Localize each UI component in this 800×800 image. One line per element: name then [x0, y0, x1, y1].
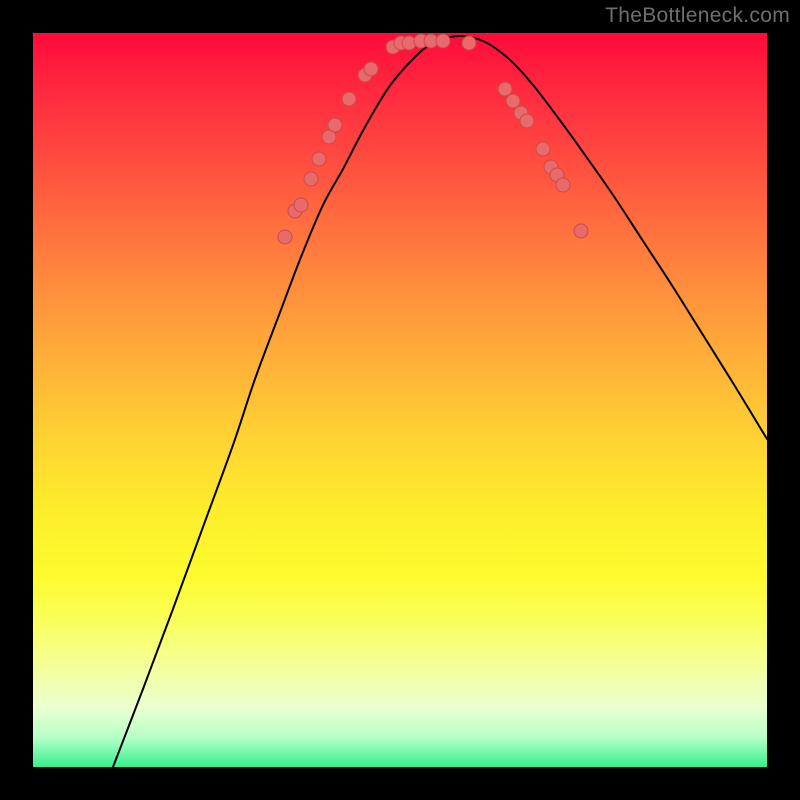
data-marker [278, 230, 292, 244]
chart-svg [33, 33, 767, 767]
data-marker [436, 34, 450, 48]
bottleneck-curve [113, 36, 767, 767]
data-marker [304, 172, 318, 186]
data-marker [462, 36, 476, 50]
data-marker [328, 118, 342, 132]
data-marker [364, 62, 378, 76]
data-markers [278, 34, 588, 244]
data-marker [342, 92, 356, 106]
data-marker [536, 142, 550, 156]
chart-frame: TheBottleneck.com [0, 0, 800, 800]
data-marker [312, 152, 326, 166]
data-marker [506, 94, 520, 108]
data-marker [574, 224, 588, 238]
data-marker [294, 198, 308, 212]
watermark-text: TheBottleneck.com [605, 4, 790, 28]
data-marker [556, 178, 570, 192]
data-marker [498, 82, 512, 96]
data-marker [520, 114, 534, 128]
plot-area [33, 33, 767, 767]
